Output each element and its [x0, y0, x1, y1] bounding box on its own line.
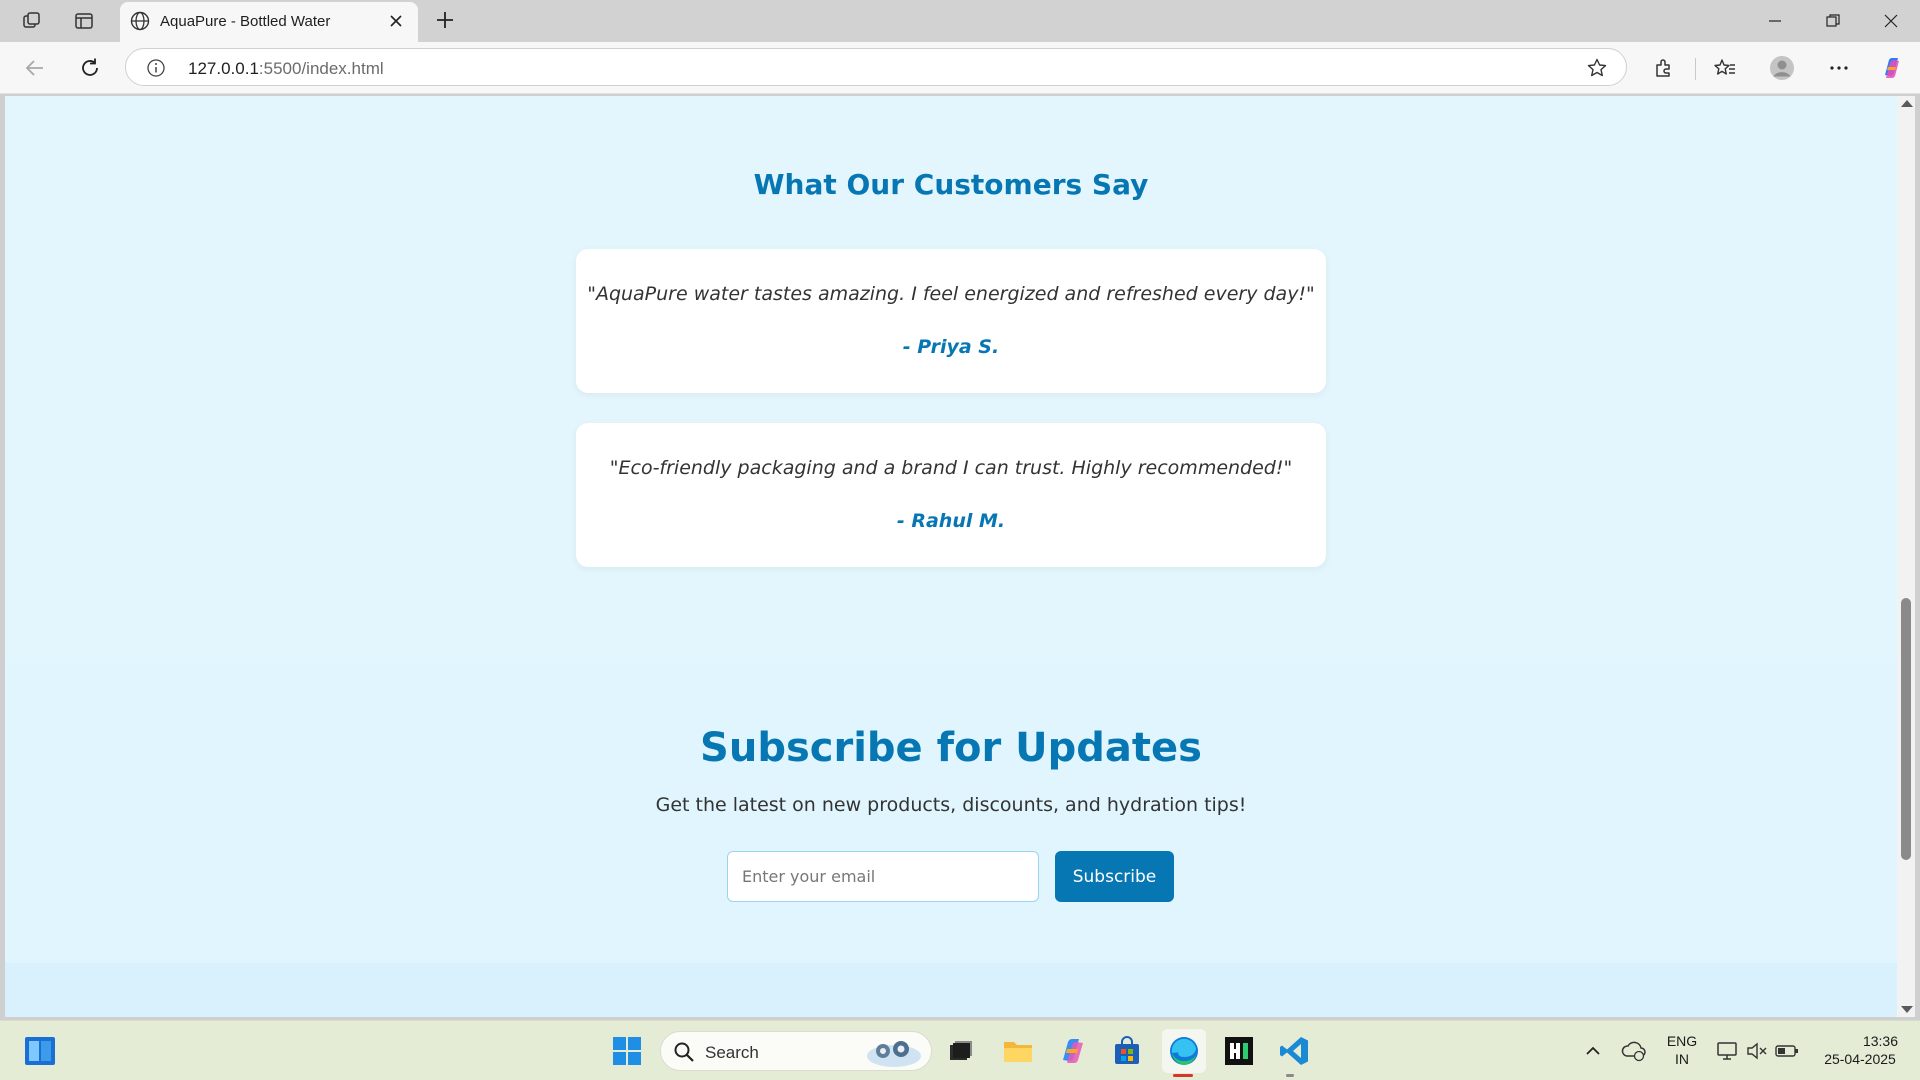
site-info-icon[interactable]	[146, 58, 166, 83]
email-input[interactable]	[727, 851, 1039, 902]
restore-icon[interactable]	[1818, 8, 1848, 34]
scroll-down-arrow-icon[interactable]	[1901, 1006, 1913, 1013]
start-windows-icon[interactable]	[610, 1034, 644, 1068]
subscribe-button[interactable]: Subscribe	[1055, 851, 1174, 902]
page-viewport: What Our Customers Say "AquaPure water t…	[5, 96, 1897, 1017]
taskbar-search[interactable]: Search	[660, 1031, 932, 1071]
address-bar[interactable]: 127.0.0.1:5500/index.html	[125, 48, 1627, 86]
copilot-app-icon[interactable]	[1056, 1034, 1090, 1068]
clock[interactable]: 13:36 25-04-2025	[1810, 1032, 1910, 1068]
copilot-icon[interactable]	[1879, 55, 1905, 81]
clock-time: 13:36	[1862, 1033, 1898, 1049]
close-window-icon[interactable]	[1876, 8, 1906, 34]
back-arrow-icon[interactable]	[22, 55, 48, 81]
workspaces-icon[interactable]	[20, 9, 44, 33]
refresh-icon[interactable]	[77, 55, 103, 81]
browser-toolbar: 127.0.0.1:5500/index.html	[0, 42, 1920, 94]
favorites-icon[interactable]	[1712, 55, 1738, 81]
profile-avatar-icon[interactable]	[1769, 55, 1795, 81]
testimonials-title: What Our Customers Say	[753, 168, 1149, 201]
file-explorer-icon[interactable]	[1001, 1034, 1035, 1068]
windows-taskbar: Search ENG IN 13:36 25-04-2025	[0, 1020, 1920, 1080]
scroll-up-arrow-icon[interactable]	[1901, 100, 1913, 107]
edge-running-indicator	[1173, 1074, 1193, 1077]
globe-icon	[129, 10, 151, 37]
url-path: :5500/index.html	[258, 59, 384, 78]
close-tab-icon[interactable]	[386, 11, 406, 36]
chevron-up-icon[interactable]	[1576, 1034, 1610, 1068]
app-hw-icon[interactable]	[1222, 1034, 1256, 1068]
new-tab-icon[interactable]	[433, 8, 457, 37]
toolbar-separator	[1695, 58, 1696, 80]
favorite-star-icon[interactable]	[1586, 57, 1608, 84]
search-label: Search	[705, 1043, 759, 1062]
testimonial-card: "Eco-friendly packaging and a brand I ca…	[576, 423, 1326, 567]
active-tab[interactable]: AquaPure - Bottled Water	[120, 2, 418, 42]
footer-strip	[5, 963, 1897, 1017]
subscribe-title: Subscribe for Updates	[700, 725, 1202, 771]
edge-browser-icon[interactable]	[1167, 1034, 1201, 1068]
vscode-icon[interactable]	[1277, 1034, 1311, 1068]
extensions-icon[interactable]	[1651, 55, 1677, 81]
subscribe-subtitle: Get the latest on new products, discount…	[655, 794, 1247, 816]
microsoft-store-icon[interactable]	[1110, 1034, 1144, 1068]
testimonials-section: What Our Customers Say "AquaPure water t…	[5, 96, 1897, 657]
language-indicator[interactable]: ENG IN	[1662, 1032, 1702, 1068]
scrollbar-thumb[interactable]	[1901, 598, 1911, 860]
task-view-icon[interactable]	[944, 1034, 978, 1068]
url-host: 127.0.0.1	[188, 59, 259, 78]
more-options-icon[interactable]	[1826, 55, 1852, 81]
region-code: IN	[1675, 1051, 1689, 1067]
battery-icon[interactable]	[1770, 1034, 1804, 1068]
testimonial-quote: "Eco-friendly packaging and a brand I ca…	[609, 457, 1293, 479]
vscode-running-indicator	[1286, 1074, 1294, 1077]
vertical-tabs-icon[interactable]	[72, 9, 96, 33]
search-highlight-icon	[865, 1036, 923, 1073]
url-text[interactable]: 127.0.0.1:5500/index.html	[188, 59, 384, 79]
network-icon[interactable]	[1710, 1034, 1744, 1068]
onedrive-sync-icon[interactable]	[1617, 1034, 1651, 1068]
subscribe-section: Subscribe for Updates Get the latest on …	[5, 657, 1897, 963]
minimize-icon[interactable]	[1760, 8, 1790, 34]
testimonial-quote: "AquaPure water tastes amazing. I feel e…	[587, 283, 1315, 305]
search-icon	[673, 1041, 695, 1068]
testimonial-card: "AquaPure water tastes amazing. I feel e…	[576, 249, 1326, 393]
testimonial-author: - Priya S.	[902, 336, 1000, 358]
language-code: ENG	[1666, 1033, 1698, 1049]
volume-muted-icon[interactable]	[1740, 1034, 1774, 1068]
clock-date: 25-04-2025	[1824, 1051, 1896, 1067]
tab-title: AquaPure - Bottled Water	[160, 13, 331, 30]
browser-tab-bar: AquaPure - Bottled Water	[0, 0, 1920, 42]
testimonial-author: - Rahul M.	[896, 510, 1006, 532]
page-scrollbar[interactable]	[1897, 96, 1915, 1017]
widgets-icon[interactable]	[23, 1034, 57, 1068]
